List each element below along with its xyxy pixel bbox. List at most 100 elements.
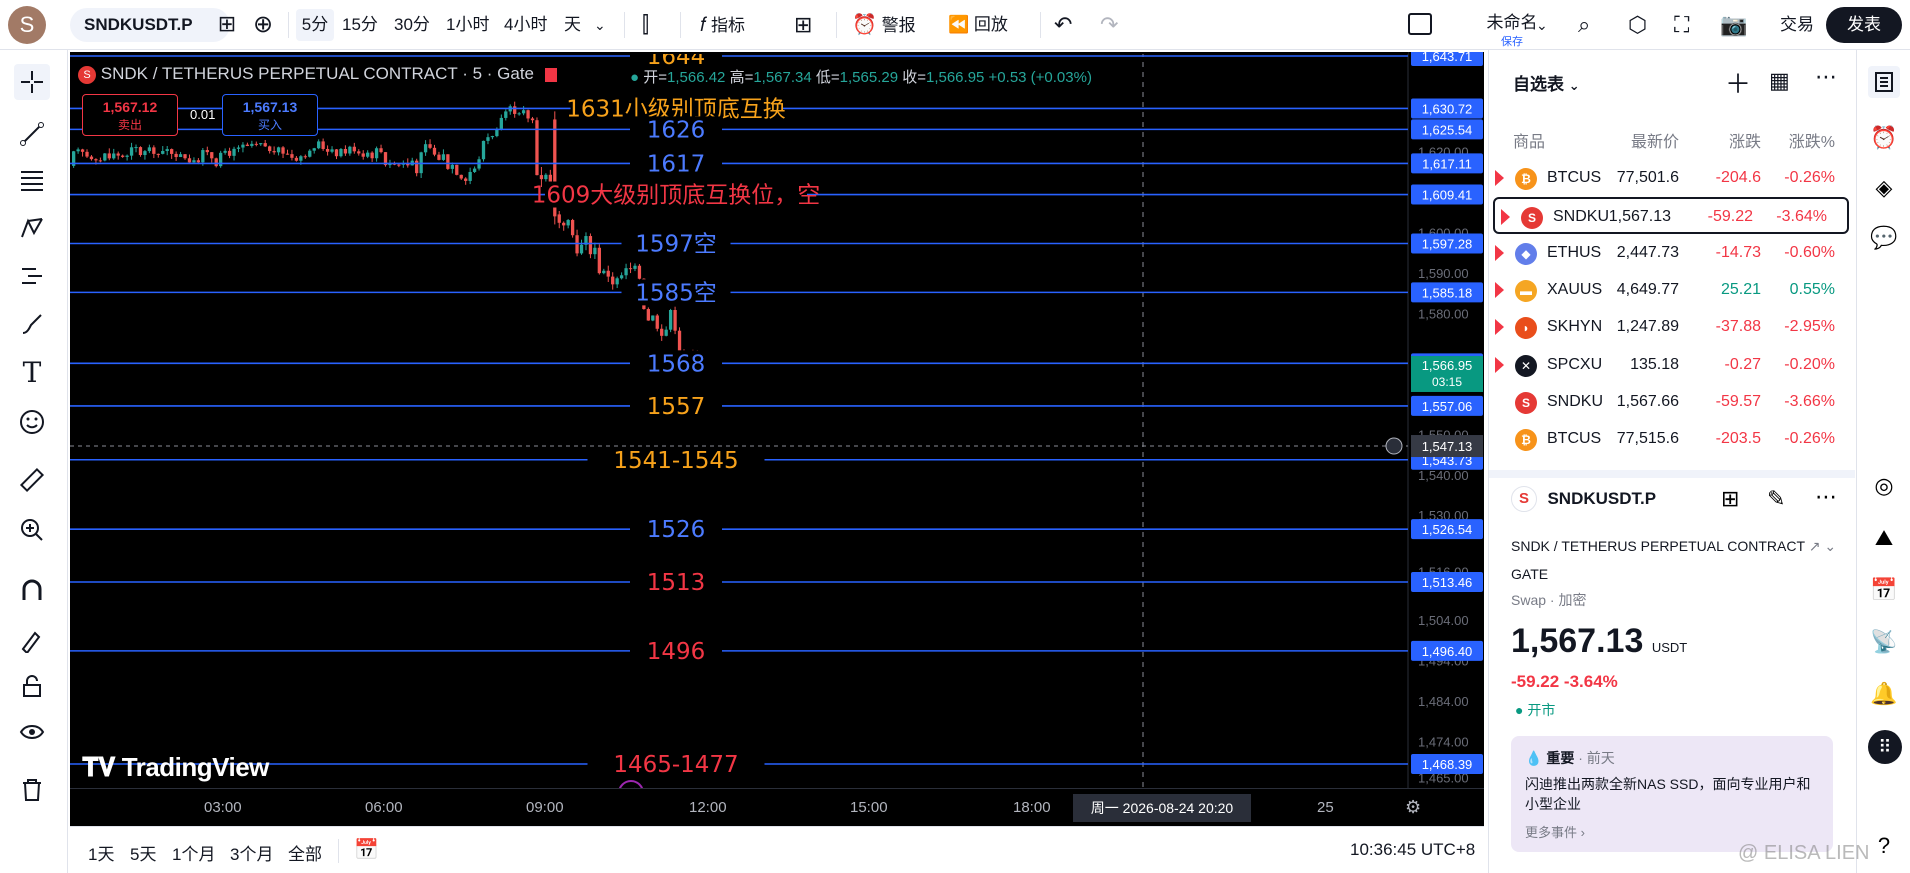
time-tick-label: 25 (1317, 799, 1334, 816)
more-icon[interactable]: ⋯ (1815, 64, 1837, 90)
fullscreen-icon[interactable]: ⛶ (1674, 9, 1689, 41)
row-change: -59.22 (1707, 208, 1753, 226)
col-price[interactable]: 最新价 (1631, 128, 1679, 152)
news-more-link[interactable]: 更多事件 › (1525, 822, 1585, 841)
layers-icon[interactable]: ◈ (1868, 172, 1900, 204)
alarm-clock-icon[interactable]: ⏰ (1868, 122, 1900, 154)
watchlist-row[interactable]: ₿ BTCUS 77,515.6 -203.5 -0.26% (1489, 421, 1855, 458)
news-card[interactable]: 💧 重要 · 前天 闪迪推出两款全新NAS SSD，面向专业用户和小型企业 更多… (1511, 736, 1833, 852)
sell-button[interactable]: 1,567.12 卖出 (82, 94, 178, 136)
chart-settings-icon[interactable]: ⚙ (1405, 797, 1421, 818)
add-symbol-icon[interactable]: ＋ (1725, 64, 1751, 101)
camera-icon[interactable]: 📷 (1720, 9, 1747, 41)
broadcast-icon[interactable]: 📡 (1868, 626, 1900, 658)
col-change[interactable]: 涨跌 (1729, 128, 1761, 152)
watchlist-row[interactable]: ◆ ETHUS 2,447.73 -14.73 -0.60% (1489, 235, 1855, 272)
undo-icon[interactable]: ↶ (1054, 9, 1072, 41)
flag-icon[interactable] (1495, 356, 1504, 373)
quick-search-icon[interactable]: ⌕ (1578, 9, 1590, 41)
magnet-icon[interactable] (14, 572, 50, 608)
publish-button[interactable]: 发表 (1826, 7, 1902, 43)
time-axis[interactable]: 03:00 06:00 09:00 12:00 15:00 18:00 25 周一 2026… (70, 788, 1484, 826)
news-headline[interactable]: 闪迪推出两款全新NAS SSD，面向专业用户和小型企业 (1525, 774, 1821, 814)
trade-button[interactable]: 交易 (1780, 9, 1814, 41)
edit-icon[interactable]: ✎ (1767, 486, 1785, 512)
watchlist-title[interactable]: 自选表 ⌄ (1513, 70, 1580, 95)
flag-icon[interactable] (1495, 319, 1504, 336)
pattern-icon[interactable] (14, 210, 50, 246)
user-avatar[interactable]: S (8, 6, 46, 44)
ruler-icon[interactable] (14, 462, 50, 498)
watchlist-row[interactable]: ₿ BTCUS 77,501.6 -204.6 -0.26% (1489, 160, 1855, 197)
watchlist-row[interactable]: ▬ XAUUS 4,649.77 25.21 0.55% (1489, 272, 1855, 309)
watchlist-row[interactable]: S SNDKU 1,567.66 -59.57 -3.66% (1489, 384, 1855, 421)
range-5d[interactable]: 5天 (130, 840, 156, 865)
lock-drawing-icon[interactable] (14, 622, 50, 658)
interval-4h[interactable]: 4小时 (504, 9, 547, 41)
eye-icon[interactable] (14, 714, 50, 750)
external-link-icon[interactable]: ↗ (1809, 538, 1821, 554)
range-1d[interactable]: 1天 (88, 840, 114, 865)
goto-date-icon[interactable]: 📅 (354, 837, 379, 862)
range-1m[interactable]: 1个月 (172, 840, 215, 865)
col-change-pct[interactable]: 涨跌% (1789, 128, 1835, 152)
clock[interactable]: 10:36:45 UTC+8 (1350, 840, 1475, 860)
emoji-icon[interactable] (14, 404, 50, 440)
flag-icon[interactable] (1495, 281, 1504, 298)
replay-button[interactable]: ⏪ 回放 (948, 9, 1008, 41)
watchlist-row[interactable]: ✕ SPCXU 135.18 -0.27 -0.20% (1489, 347, 1855, 384)
watchlist-row[interactable]: S SNDKU 1,567.13 -59.22 -3.64% (1493, 197, 1849, 235)
price-chart[interactable]: 1,620.00 1,600.00 1,590.00 1,580.00 1,550.00… (70, 52, 1484, 826)
flag-icon[interactable] (544, 67, 557, 82)
interval-1h[interactable]: 1小时 (446, 9, 489, 41)
symbol-search[interactable]: SNDKUSDT.P (70, 8, 230, 42)
settings-icon[interactable]: ⬡ (1628, 9, 1647, 41)
chevron-down-icon[interactable]: ⌄ (1824, 538, 1836, 554)
grid-icon[interactable]: ⊞ (1721, 486, 1739, 512)
text-icon[interactable]: T (14, 354, 50, 390)
col-symbol[interactable]: 商品 (1513, 128, 1545, 152)
watchlist-icon[interactable] (1868, 66, 1900, 98)
alert-button[interactable]: ⏰ 警报 (852, 9, 916, 41)
range-all[interactable]: 全部 (288, 840, 322, 865)
prediction-icon[interactable] (14, 258, 50, 294)
interval-30m[interactable]: 30分 (394, 9, 430, 41)
trash-icon[interactable] (14, 772, 50, 808)
radar-icon[interactable]: ◎ (1868, 470, 1900, 502)
fullscreen-toggle-icon[interactable] (1408, 13, 1432, 35)
indicators-button[interactable]: 𝑓 指标 (700, 9, 745, 41)
watchlist-row[interactable]: ◗ SKHYN 1,247.89 -37.88 -2.95% (1489, 309, 1855, 346)
crosshair-icon[interactable] (14, 64, 50, 100)
help-icon[interactable]: ? (1868, 830, 1900, 862)
calendar-icon[interactable]: 📅 (1868, 574, 1900, 606)
buy-button[interactable]: 1,567.13 买入 (222, 94, 318, 136)
flag-icon[interactable] (1501, 209, 1510, 226)
fib-icon[interactable] (14, 162, 50, 198)
chevron-down-icon[interactable]: ⌄ (594, 9, 606, 41)
trend-line-icon[interactable] (14, 116, 50, 152)
layouts-icon[interactable]: ⊞ (794, 9, 812, 41)
interval-15m[interactable]: 15分 (342, 9, 378, 41)
lock-icon[interactable] (14, 668, 50, 704)
candle-body (107, 153, 111, 159)
flag-icon[interactable] (1495, 170, 1504, 186)
details-symbol[interactable]: SNDKUSDT.P (1547, 489, 1656, 508)
flag-icon[interactable] (1495, 244, 1504, 261)
add-symbol-icon[interactable]: ⊞ (210, 8, 244, 40)
chevron-down-icon[interactable]: ⌄ (1536, 9, 1548, 41)
apps-grid-icon[interactable]: ⠿ (1868, 730, 1902, 764)
compare-icon[interactable]: ⊕ (246, 9, 280, 41)
mountain-icon[interactable]: ⛰ (1868, 522, 1900, 554)
brush-icon[interactable] (14, 306, 50, 342)
chart-canvas[interactable]: 1,620.001,600.001,590.001,580.001,550.00… (70, 52, 1484, 826)
more-icon[interactable]: ⋯ (1815, 484, 1837, 510)
interval-1d[interactable]: 天 (564, 9, 581, 41)
watchlist-layout-icon[interactable]: ▦ (1769, 68, 1790, 94)
interval-5m[interactable]: 5分 (296, 9, 334, 41)
redo-icon[interactable]: ↷ (1100, 9, 1118, 41)
bell-icon[interactable]: 🔔 (1868, 678, 1900, 710)
candle-style-icon[interactable]: ⫿ (642, 9, 649, 41)
zoom-in-icon[interactable] (14, 512, 50, 548)
range-3m[interactable]: 3个月 (230, 840, 273, 865)
chat-icon[interactable]: 💬 (1868, 222, 1900, 254)
